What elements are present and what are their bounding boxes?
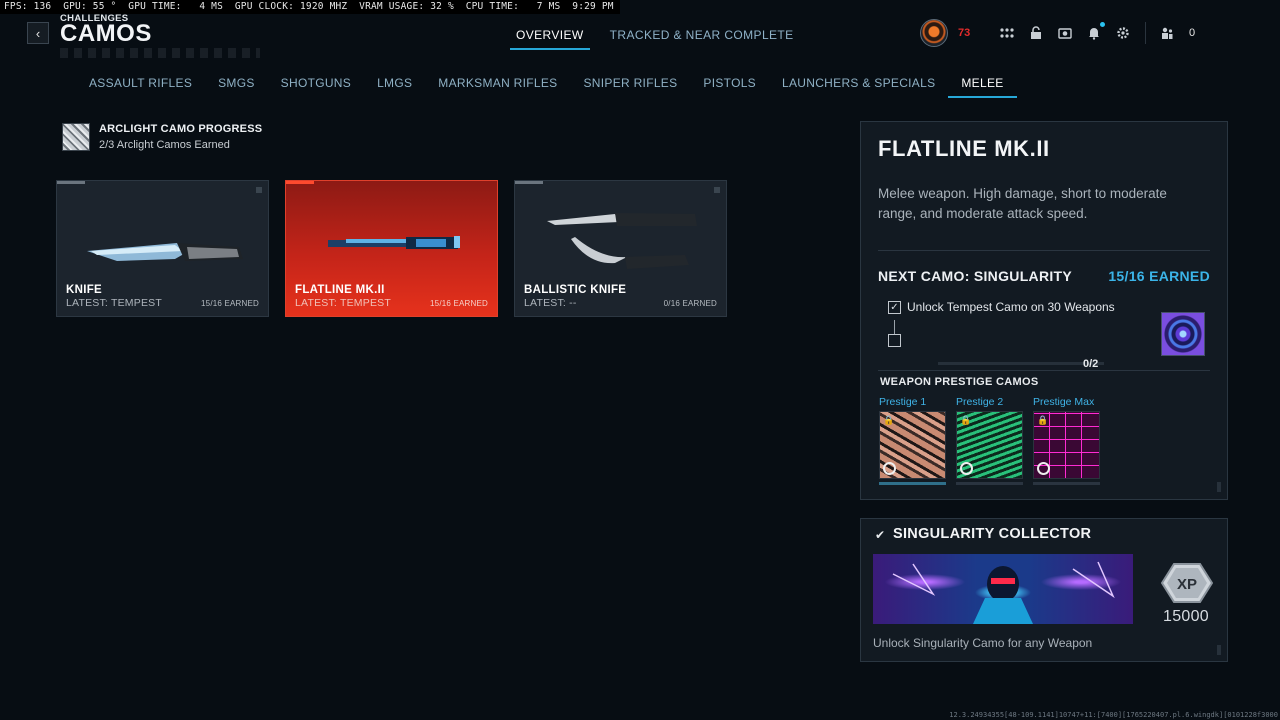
lock-icon: 🔒 [883, 415, 895, 425]
task-progress-bar [938, 362, 1104, 365]
xp-label: XP [1177, 576, 1197, 593]
xp-amount: 15000 [1163, 608, 1209, 625]
notification-dot [1100, 22, 1105, 27]
player-hud: 73 0 [920, 18, 1195, 48]
top-tabs: OVERVIEW TRACKED & NEAR COMPLETE [510, 26, 814, 50]
prestige-progress-bar [879, 482, 946, 485]
player-level: 73 [958, 27, 971, 39]
weapon-detail-panel: FLATLINE MK.II Melee weapon. High damage… [860, 121, 1228, 500]
prestige-emblem-icon [883, 462, 896, 475]
arclight-subtitle: 2/3 Arclight Camos Earned [99, 139, 230, 151]
weapon-camos-earned: 15/16 EARNED [201, 299, 259, 308]
weapon-latest-camo: LATEST: -- [524, 297, 577, 309]
weapon-camos-earned: 0/16 EARNED [663, 299, 717, 308]
scroll-indicator[interactable] [1217, 645, 1221, 655]
prestige-header: WEAPON PRESTIGE CAMOS [880, 376, 1039, 388]
singularity-camo-thumbnail[interactable] [1161, 312, 1205, 356]
tab-sniper-rifles[interactable]: SNIPER RIFLES [570, 76, 690, 98]
task-connector [894, 320, 895, 335]
task-progress-text: 0/2 [1083, 358, 1099, 370]
settings-icon[interactable] [1115, 25, 1131, 41]
category-tabs: ASSAULT RIFLES SMGS SHOTGUNS LMGS MARKSM… [76, 76, 1017, 98]
weapon-card-flatline-mk2[interactable]: FLATLINE MK.II LATEST: TEMPEST 15/16 EAR… [285, 180, 498, 317]
back-button[interactable]: ‹ [27, 22, 49, 44]
arclight-title: ARCLIGHT CAMO PROGRESS [99, 123, 263, 135]
weapon-name: KNIFE [66, 284, 102, 296]
tab-tracked-near-complete[interactable]: TRACKED & NEAR COMPLETE [604, 26, 800, 50]
prestige-camo-1[interactable]: Prestige 1 🔒 [879, 396, 946, 485]
prestige-camo-image: 🔒 [1033, 411, 1100, 479]
divider [878, 370, 1210, 371]
tab-shotguns[interactable]: SHOTGUNS [268, 76, 364, 98]
tab-overview[interactable]: OVERVIEW [510, 26, 590, 50]
tab-launchers-specials[interactable]: LAUNCHERS & SPECIALS [769, 76, 948, 98]
detail-title: FLATLINE MK.II [878, 136, 1050, 161]
prestige-camo-2[interactable]: Prestige 2 🔒 [956, 396, 1023, 485]
chevron-left-icon: ‹ [35, 25, 41, 41]
next-camo-earned: 15/16 EARNED [1108, 268, 1210, 284]
task-label: Unlock Tempest Camo on 30 Weapons [907, 300, 1115, 314]
tab-assault-rifles[interactable]: ASSAULT RIFLES [76, 76, 205, 98]
tab-pistols[interactable]: PISTOLS [690, 76, 769, 98]
tab-melee[interactable]: MELEE [948, 76, 1017, 98]
prestige-emblem-icon [960, 462, 973, 475]
next-camo-label: NEXT CAMO: SINGULARITY [878, 268, 1073, 284]
tab-marksman-rifles[interactable]: MARKSMAN RIFLES [425, 76, 570, 98]
xp-badge-icon: XP [1161, 563, 1213, 603]
weapon-camos-earned: 15/16 EARNED [430, 299, 488, 308]
unlock-icon[interactable] [1028, 25, 1044, 41]
hud-separator [1145, 22, 1146, 44]
scroll-indicator[interactable] [1217, 482, 1221, 492]
task-checkbox-pending [888, 334, 901, 347]
weapon-latest-camo: LATEST: TEMPEST [66, 297, 162, 309]
prestige-camo-image: 🔒 [956, 411, 1023, 479]
camera-icon[interactable] [1057, 25, 1073, 41]
prestige-emblem-icon [1037, 462, 1050, 475]
reward-calling-card[interactable] [873, 554, 1133, 624]
player-emblem[interactable] [920, 19, 948, 47]
weapon-latest-camo: LATEST: TEMPEST [295, 297, 391, 309]
task-checkbox-complete: ✓ [888, 301, 901, 314]
arclight-progress: ARCLIGHT CAMO PROGRESS 2/3 Arclight Camo… [62, 123, 262, 151]
lock-icon: 🔒 [1037, 415, 1049, 425]
title-underlay [60, 48, 260, 58]
calling-card-art [892, 561, 1115, 624]
prestige-label: Prestige 2 [956, 396, 1004, 408]
party-icon[interactable] [1159, 25, 1175, 41]
reward-panel: ✔ SINGULARITY COLLECTOR XP 15000 Unlock … [860, 518, 1228, 662]
weapon-card-ballistic-knife[interactable]: BALLISTIC KNIFE LATEST: -- 0/16 EARNED [514, 180, 727, 317]
detail-description: Melee weapon. High damage, short to mode… [878, 186, 1167, 221]
prestige-camo-image: 🔒 [879, 411, 946, 479]
prestige-progress-bar [1033, 482, 1100, 485]
prestige-progress-bar [956, 482, 1023, 485]
weapon-name: FLATLINE MK.II [295, 284, 385, 296]
page-title: CAMOS [60, 20, 152, 47]
reward-title: SINGULARITY COLLECTOR [893, 526, 1092, 542]
arclight-camo-thumbnail [62, 123, 90, 151]
divider [878, 250, 1210, 251]
grid-icon[interactable] [999, 25, 1015, 41]
tab-lmgs[interactable]: LMGS [364, 76, 425, 98]
prestige-label: Prestige 1 [879, 396, 927, 408]
weapon-card-knife[interactable]: KNIFE LATEST: TEMPEST 15/16 EARNED [56, 180, 269, 317]
weapon-name: BALLISTIC KNIFE [524, 284, 627, 296]
party-count: 0 [1189, 27, 1196, 39]
reward-description: Unlock Singularity Camo for any Weapon [873, 636, 1093, 650]
tab-smgs[interactable]: SMGS [205, 76, 268, 98]
lock-icon: 🔒 [960, 415, 972, 425]
checkmark-icon: ✔ [875, 528, 886, 542]
prestige-camo-max[interactable]: Prestige Max 🔒 [1033, 396, 1100, 485]
build-string: 12.3.24934355[48-109.1141]10747+11:[7400… [949, 711, 1278, 719]
prestige-label: Prestige Max [1033, 396, 1095, 408]
performance-overlay: FPS: 136 GPU: 55 ° GPU TIME: 4 MS GPU CL… [0, 0, 620, 14]
bell-icon[interactable] [1086, 22, 1105, 41]
